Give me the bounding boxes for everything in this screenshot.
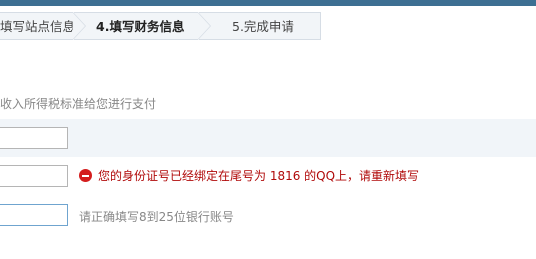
bank-account-input[interactable] xyxy=(0,204,68,226)
field1-input[interactable] xyxy=(0,127,68,149)
step-fill-site-info: 填写站点信息 xyxy=(0,12,86,40)
row-highlight xyxy=(0,119,536,157)
top-bar xyxy=(0,0,536,6)
arrow-fill xyxy=(73,13,85,39)
id-number-error: 您的身份证号已经绑定在尾号为 1816 的QQ上，请重新填写 xyxy=(79,168,419,184)
tax-note: 收入所得税标准给您进行支付 xyxy=(0,97,157,111)
step-label: 填写站点信息 xyxy=(0,19,76,34)
step-progress: 填写站点信息 4.填写财务信息 5.完成申请 xyxy=(0,12,536,40)
step-complete-application: 5.完成申请 xyxy=(199,12,321,40)
step-label-current: 4.填写财务信息 xyxy=(96,19,185,34)
step-label: 5.完成申请 xyxy=(232,19,294,34)
error-icon xyxy=(79,169,92,182)
step-fill-financial-info: 4.填写财务信息 xyxy=(74,12,211,40)
arrow-fill xyxy=(198,13,210,39)
error-text: 您的身份证号已经绑定在尾号为 1816 的QQ上，请重新填写 xyxy=(98,169,420,183)
id-number-input[interactable] xyxy=(0,165,68,187)
bank-account-hint: 请正确填写8到25位银行账号 xyxy=(79,210,234,224)
